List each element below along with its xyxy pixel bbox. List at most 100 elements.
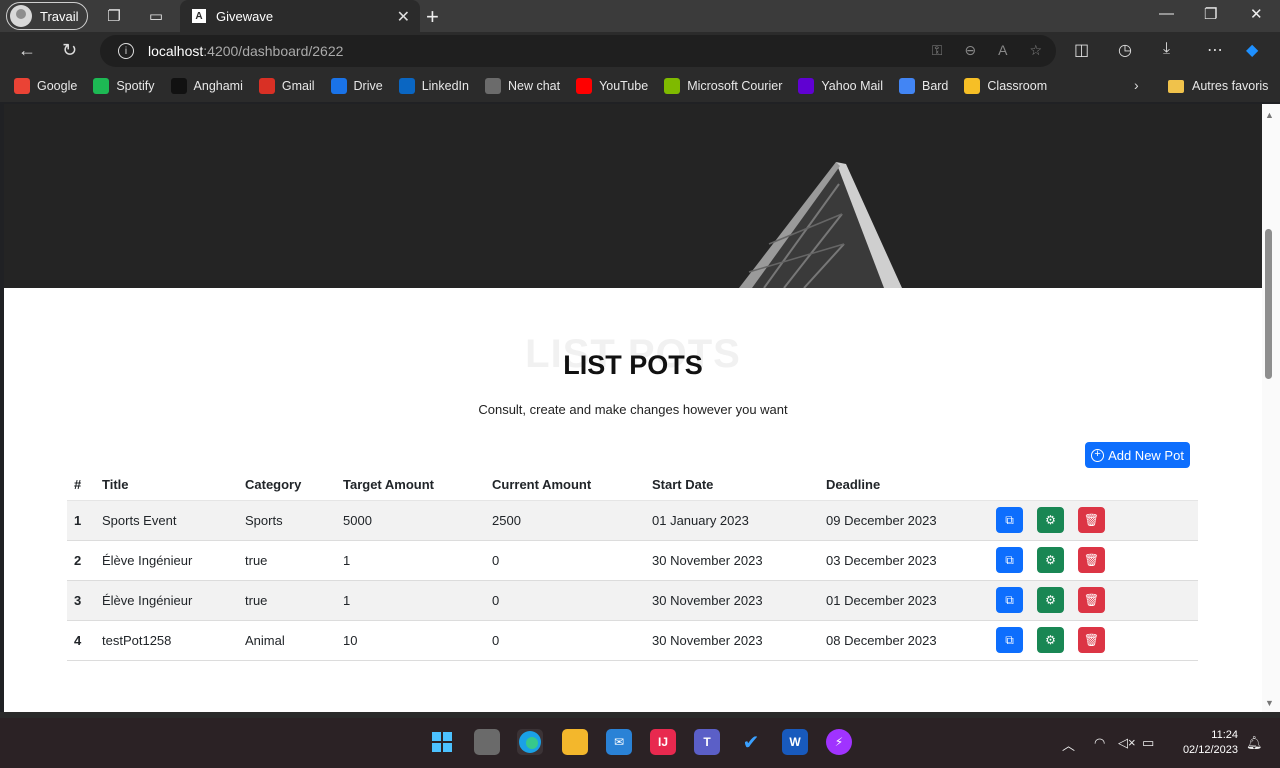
open-pot-button[interactable]: ⧉: [996, 547, 1023, 573]
workspaces-icon[interactable]: ❐: [104, 6, 124, 26]
bookmark-label: Yahoo Mail: [821, 79, 883, 93]
close-tab-icon[interactable]: ✕: [397, 7, 410, 27]
omnibox-actions: ⚿ ⊖ A ☆: [932, 42, 1042, 59]
microsoft-icon: [664, 78, 681, 94]
youtube-icon: [576, 78, 593, 94]
task-view-icon[interactable]: [474, 729, 500, 755]
external-link-icon: ⧉: [1005, 512, 1014, 527]
file-explorer-icon[interactable]: [562, 729, 588, 755]
messenger-icon[interactable]: ⚡: [826, 729, 852, 755]
edit-pot-button[interactable]: ⚙: [1037, 547, 1064, 573]
more-menu-icon[interactable]: ⋯: [1207, 40, 1223, 60]
zoom-icon[interactable]: ⊖: [964, 42, 976, 59]
classroom-icon: [964, 78, 981, 94]
bookmark-drive[interactable]: Drive: [330, 78, 383, 94]
battery-icon[interactable]: ▭: [1142, 735, 1154, 751]
info-icon[interactable]: i: [118, 43, 134, 59]
page-scrollbar[interactable]: ▲ ▼: [1262, 104, 1280, 712]
delete-pot-button[interactable]: 🗑︎: [1078, 507, 1105, 533]
history-icon[interactable]: ◷: [1118, 40, 1132, 60]
cell-category: Animal: [238, 620, 336, 661]
edge-icon[interactable]: [517, 729, 543, 755]
bookmark-google[interactable]: Google: [14, 78, 77, 94]
intellij-icon[interactable]: IJ: [650, 729, 676, 755]
key-icon[interactable]: ⚿: [932, 42, 943, 59]
tab-givewave[interactable]: A Givewave ✕: [180, 0, 420, 32]
cell-target: 5000: [336, 500, 485, 541]
profile-button[interactable]: Travail: [6, 2, 88, 30]
other-bookmarks[interactable]: Autres favoris: [1168, 70, 1268, 102]
bookmark-anghami[interactable]: Anghami: [170, 78, 243, 94]
bookmark-bard[interactable]: Bard: [898, 78, 948, 94]
cell-actions: ⧉ ⚙ 🗑︎: [989, 620, 1198, 661]
notifications-icon[interactable]: 🔔︎: [1246, 735, 1263, 751]
other-bookmarks-label: Autres favoris: [1192, 79, 1269, 93]
tab-actions-icon[interactable]: ▭: [146, 6, 166, 26]
chatgpt-icon: [484, 78, 501, 94]
header-title: Title: [95, 470, 238, 501]
delete-pot-button[interactable]: 🗑︎: [1078, 627, 1105, 653]
trash-icon: 🗑︎: [1083, 553, 1100, 567]
header-category: Category: [238, 470, 336, 501]
edit-pot-button[interactable]: ⚙: [1037, 587, 1064, 613]
volume-muted-icon[interactable]: ◁×: [1118, 735, 1136, 751]
bookmark-youtube[interactable]: YouTube: [576, 78, 648, 94]
yahoo-icon: [798, 78, 815, 94]
wifi-icon[interactable]: ◠: [1094, 735, 1105, 751]
copilot-icon[interactable]: ◆: [1246, 40, 1258, 60]
scroll-down-icon[interactable]: ▼: [1265, 698, 1274, 708]
downloads-icon[interactable]: ⤓: [1163, 40, 1170, 58]
open-pot-button[interactable]: ⧉: [996, 627, 1023, 653]
bookmark-gmail[interactable]: Gmail: [258, 78, 315, 94]
mail-icon[interactable]: ✉: [606, 729, 632, 755]
trash-icon: 🗑︎: [1083, 513, 1100, 527]
split-screen-icon[interactable]: ◫: [1074, 40, 1089, 60]
bookmark-label: Google: [37, 79, 78, 93]
gear-icon: ⚙: [1045, 513, 1056, 527]
bookmark-label: LinkedIn: [421, 79, 469, 93]
header-actions: [989, 470, 1198, 501]
back-icon[interactable]: ←: [18, 40, 36, 61]
scrollbar-thumb[interactable]: [1265, 229, 1272, 379]
bookmark-label: New chat: [507, 79, 561, 93]
table-row: 3 Élève Ingénieur true 1 0 30 November 2023 01…: [67, 580, 1198, 621]
open-pot-button[interactable]: ⧉: [996, 507, 1023, 533]
bookmarks-overflow-icon[interactable]: ›: [1134, 77, 1139, 93]
delete-pot-button[interactable]: 🗑︎: [1078, 547, 1105, 573]
edit-pot-button[interactable]: ⚙: [1037, 507, 1064, 533]
clock-date: 02/12/2023: [1182, 744, 1238, 756]
new-tab-icon[interactable]: +: [426, 4, 439, 30]
word-icon[interactable]: W: [782, 729, 808, 755]
start-icon[interactable]: [429, 729, 455, 755]
restore-icon[interactable]: ❐: [1204, 5, 1217, 23]
edit-pot-button[interactable]: ⚙: [1037, 627, 1064, 653]
minimize-icon[interactable]: —: [1159, 5, 1174, 22]
scroll-up-icon[interactable]: ▲: [1265, 110, 1274, 120]
url-path: :4200/dashboard/2622: [203, 43, 344, 59]
cell-target: 1: [336, 540, 485, 581]
todo-icon[interactable]: ✔: [738, 729, 764, 755]
close-window-icon[interactable]: ✕: [1250, 5, 1263, 23]
linkedin-icon: [398, 78, 415, 94]
bookmark-classroom[interactable]: Classroom: [964, 78, 1047, 94]
delete-pot-button[interactable]: 🗑︎: [1078, 587, 1105, 613]
system-clock[interactable]: 11:24 02/12/2023: [1172, 728, 1238, 758]
hero-banner-image: [4, 104, 1262, 288]
favorite-star-icon[interactable]: ☆: [1029, 42, 1042, 59]
open-pot-button[interactable]: ⧉: [996, 587, 1023, 613]
bookmark-microsoft-courier[interactable]: Microsoft Courier: [664, 78, 782, 94]
read-aloud-icon[interactable]: A: [998, 42, 1007, 59]
refresh-icon[interactable]: ↻: [62, 40, 77, 61]
bookmark-label: Spotify: [116, 79, 155, 93]
bookmark-new-chat[interactable]: New chat: [484, 78, 561, 94]
url-host: localhost: [148, 43, 204, 59]
teams-icon[interactable]: T: [694, 729, 720, 755]
bookmark-yahoo-mail[interactable]: Yahoo Mail: [798, 78, 883, 94]
add-new-pot-button[interactable]: + Add New Pot: [1085, 442, 1190, 468]
page-viewport: LIST POTS LIST POTS Consult, create and …: [4, 104, 1262, 712]
tray-overflow-icon[interactable]: ︿: [1062, 735, 1075, 754]
address-bar[interactable]: i localhost:4200/dashboard/2622 ⚿ ⊖ A ☆: [100, 35, 1056, 67]
bookmark-spotify[interactable]: Spotify: [93, 78, 155, 94]
cell-title: Élève Ingénieur: [95, 580, 238, 621]
bookmark-linkedin[interactable]: LinkedIn: [398, 78, 469, 94]
